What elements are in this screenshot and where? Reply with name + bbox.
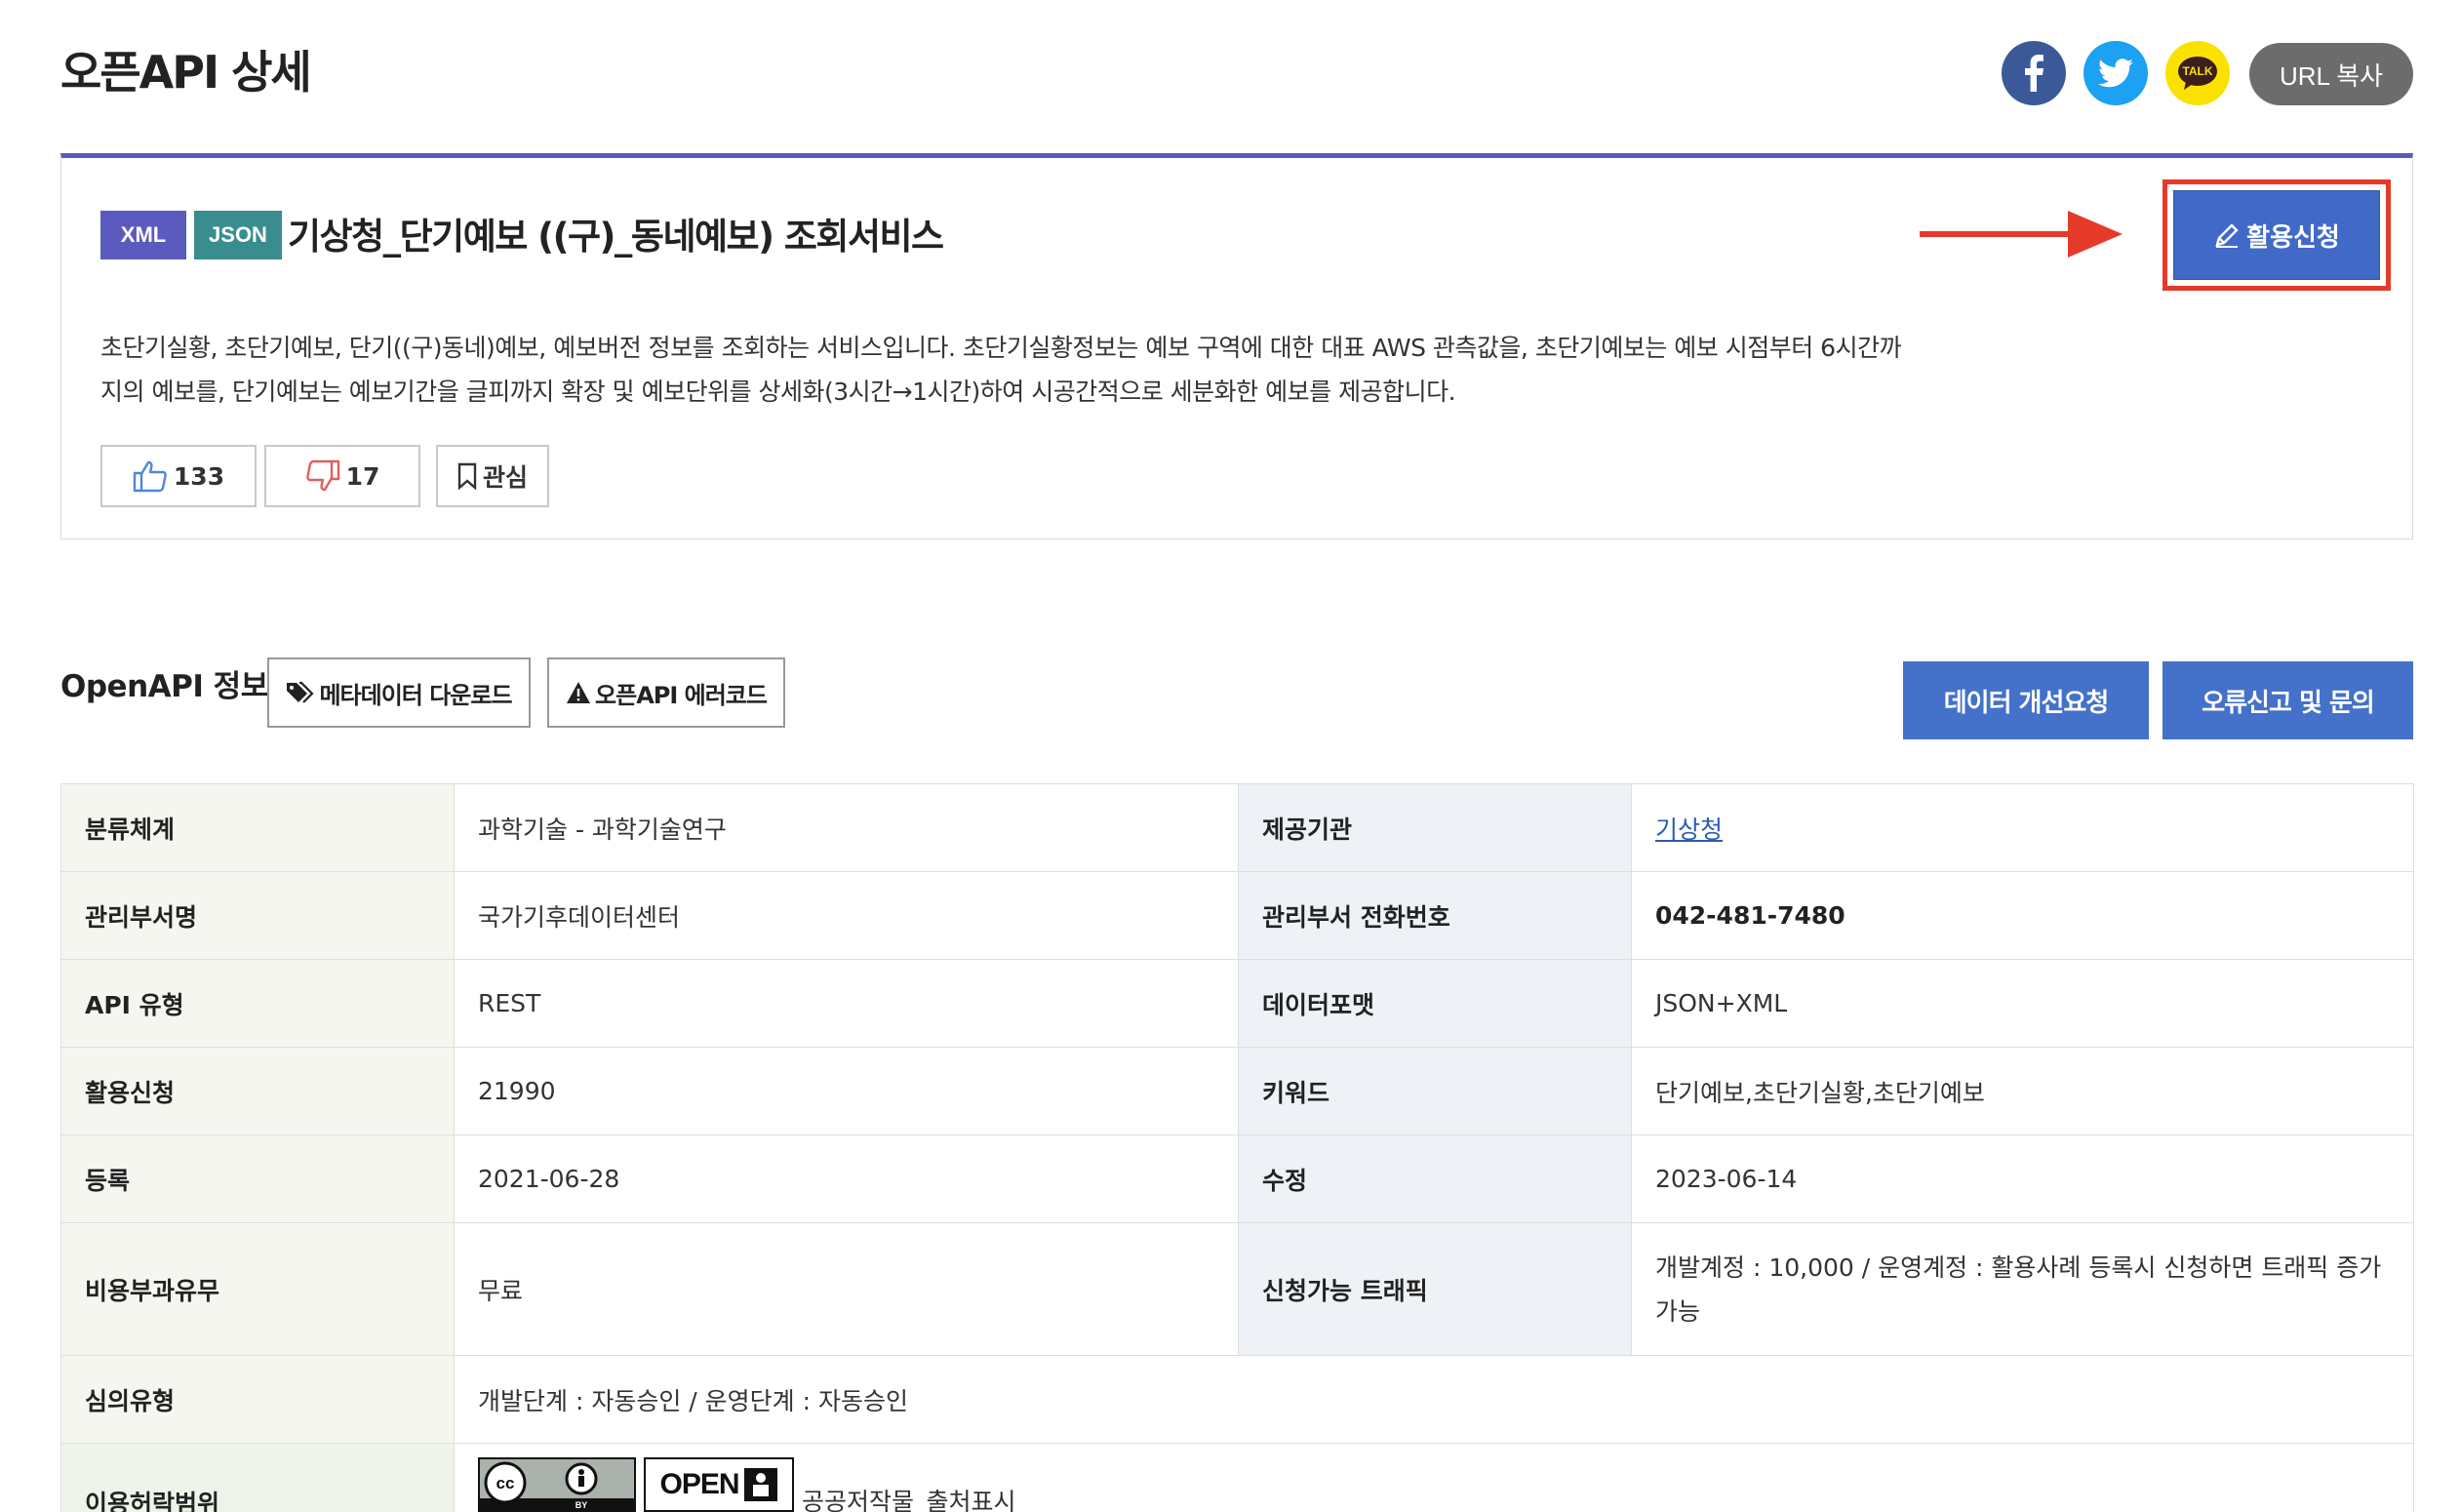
- cost-label: 비용부과유무: [60, 1222, 455, 1356]
- thumbs-down-icon: [305, 459, 339, 492]
- url-copy-button[interactable]: URL 복사: [2249, 43, 2413, 105]
- facebook-icon: [2025, 55, 2043, 92]
- category-value: 과학기술 - 과학기술연구: [454, 783, 1239, 872]
- svg-text:cc: cc: [496, 1474, 515, 1492]
- share-bar: TALK: [0, 41, 2460, 105]
- table-row: 활용신청 21990 키워드 단기예보,초단기실황,초단기예보: [60, 1047, 2414, 1135]
- license-label: 이용허락범위: [60, 1443, 455, 1512]
- data-improve-request-button[interactable]: 데이터 개선요청: [1903, 661, 2149, 739]
- provider-label: 제공기관: [1238, 783, 1632, 872]
- phone-value: 042-481-7480: [1631, 871, 2414, 960]
- service-title: 기상청_단기예보 ((구)_동네예보) 조회서비스: [288, 216, 944, 258]
- table-row: API 유형 REST 데이터포맷 JSON+XML: [60, 959, 2414, 1048]
- svg-text:BY: BY: [575, 1500, 588, 1510]
- kakaotalk-share-button[interactable]: TALK: [2165, 41, 2230, 105]
- api-type-label: API 유형: [60, 959, 455, 1048]
- review-label: 심의유형: [60, 1355, 455, 1444]
- json-badge: JSON: [194, 211, 282, 259]
- openapi-section-title: OpenAPI 정보: [60, 669, 268, 704]
- metadata-download-button[interactable]: 메타데이터 다운로드: [267, 657, 531, 728]
- cost-value: 무료: [454, 1222, 1239, 1356]
- favorite-label: 관심: [482, 463, 528, 492]
- kogl-open-text: OPEN: [659, 1468, 739, 1500]
- modified-label: 수정: [1238, 1134, 1632, 1223]
- format-label: 데이터포맷: [1238, 959, 1632, 1048]
- like-count: 133: [173, 461, 225, 491]
- traffic-value: 개발계정 : 10,000 / 운영계정 : 활용사례 등록시 신청하면 트래픽…: [1631, 1222, 2414, 1356]
- dislike-button[interactable]: 17: [264, 445, 420, 507]
- provider-link[interactable]: 기상청: [1655, 816, 1723, 844]
- error-code-button[interactable]: 오픈API 에러코드: [547, 657, 785, 728]
- service-description: 초단기실황, 초단기예보, 단기((구)동네)예보, 예보버전 정보를 조회하는…: [100, 334, 1902, 406]
- modified-value: 2023-06-14: [1631, 1134, 2414, 1223]
- favorite-button[interactable]: 관심: [436, 445, 549, 507]
- apply-count-value: 21990: [454, 1047, 1239, 1135]
- table-row: 비용부과유무 무료 신청가능 트래픽 개발계정 : 10,000 / 운영계정 …: [60, 1222, 2414, 1356]
- provider-cell: 기상청: [1631, 783, 2414, 872]
- apply-count-label: 활용신청: [60, 1047, 455, 1135]
- license-value: 공공저작물_출처표시: [802, 1488, 1016, 1512]
- dislike-count: 17: [345, 461, 380, 491]
- registered-value: 2021-06-28: [454, 1134, 1239, 1223]
- service-summary: XML JSON 기상청_단기예보 ((구)_동네예보) 조회서비스 활용신청 …: [60, 153, 2413, 539]
- openapi-info-table: 분류체계 과학기술 - 과학기술연구 제공기관 기상청 관리부서명 국가기후데이…: [60, 783, 2414, 1512]
- phone-label: 관리부서 전화번호: [1238, 871, 1632, 960]
- keyword-label: 키워드: [1238, 1047, 1632, 1135]
- like-button[interactable]: 133: [100, 445, 257, 507]
- format-value: JSON+XML: [1631, 959, 2414, 1048]
- twitter-icon: [2098, 59, 2133, 88]
- table-row: 심의유형 개발단계 : 자동승인 / 운영단계 : 자동승인: [60, 1355, 2414, 1444]
- apply-highlight: 활용신청: [2162, 179, 2391, 291]
- dept-label: 관리부서명: [60, 871, 455, 960]
- table-row: 관리부서명 국가기후데이터센터 관리부서 전화번호 042-481-7480: [60, 871, 2414, 960]
- tag-icon: [287, 681, 315, 703]
- metadata-download-label: 메타데이터 다운로드: [319, 681, 512, 709]
- thumbs-up-icon: [133, 460, 167, 493]
- table-row: 분류체계 과학기술 - 과학기술연구 제공기관 기상청: [60, 783, 2414, 872]
- twitter-share-button[interactable]: [2083, 41, 2148, 105]
- category-label: 분류체계: [60, 783, 455, 872]
- pencil-icon: [2215, 223, 2239, 248]
- bookmark-icon: [457, 462, 477, 490]
- license-badges: cc BY OPEN 공공저작물_출처표시: [478, 1444, 2390, 1512]
- arrow-right-icon: [1920, 211, 2123, 258]
- license-cell: cc BY OPEN 공공저작물_출처표시: [454, 1443, 2414, 1512]
- keyword-value: 단기예보,초단기실황,초단기예보: [1631, 1047, 2414, 1135]
- table-row: 등록 2021-06-28 수정 2023-06-14: [60, 1134, 2414, 1223]
- error-code-label: 오픈API 에러코드: [595, 681, 768, 709]
- facebook-share-button[interactable]: [2002, 41, 2066, 105]
- traffic-label: 신청가능 트래픽: [1238, 1222, 1632, 1356]
- table-row: 이용허락범위 cc BY OPEN 공공저작물_출처표시: [60, 1443, 2414, 1512]
- error-report-button[interactable]: 오류신고 및 문의: [2162, 661, 2413, 739]
- dept-value: 국가기후데이터센터: [454, 871, 1239, 960]
- cc-by-icon: cc BY: [478, 1457, 636, 1512]
- warning-icon: [567, 682, 591, 703]
- xml-badge: XML: [100, 211, 186, 259]
- api-type-value: REST: [454, 959, 1239, 1048]
- apply-button[interactable]: 활용신청: [2173, 190, 2380, 280]
- review-value: 개발단계 : 자동승인 / 운영단계 : 자동승인: [454, 1355, 2414, 1444]
- kogl-open-icon: OPEN: [644, 1457, 794, 1512]
- apply-button-label: 활용신청: [2246, 222, 2340, 253]
- registered-label: 등록: [60, 1134, 455, 1223]
- kakaotalk-label: TALK: [2182, 64, 2213, 78]
